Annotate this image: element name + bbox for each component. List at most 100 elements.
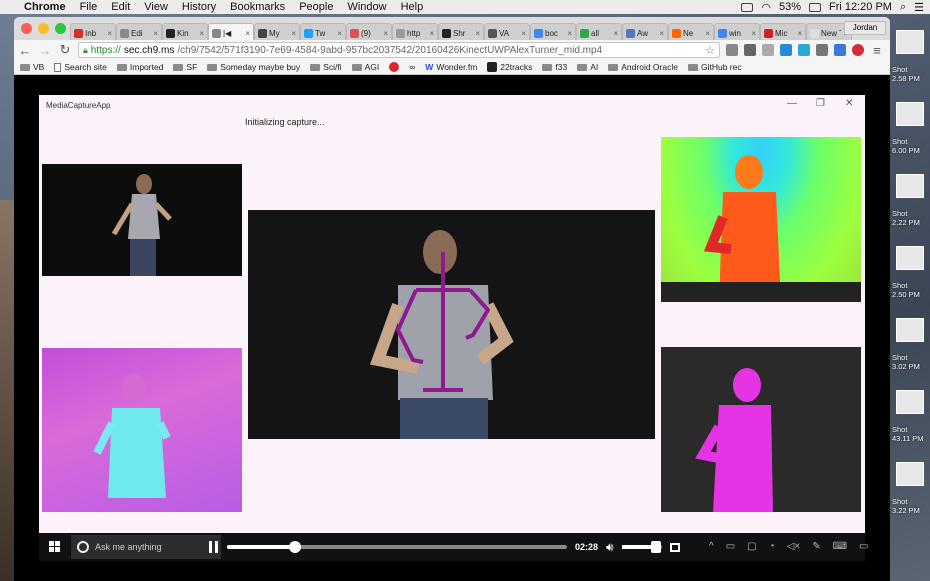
bookmark-someday[interactable]: Someday maybe buy — [207, 62, 300, 72]
tab-favicon-icon — [166, 29, 175, 38]
menu-help[interactable]: Help — [401, 1, 424, 13]
reload-button[interactable]: ↻ — [58, 42, 72, 58]
playback-time: 02:28 — [575, 542, 599, 552]
tab-close-icon[interactable]: × — [383, 29, 388, 38]
desktop-screenshot-file[interactable]: Shot 2.50 PM — [890, 246, 930, 318]
spotlight-icon[interactable]: ⌕ — [900, 1, 906, 14]
dropbox-icon[interactable] — [741, 2, 754, 12]
desktop-screenshot-file[interactable]: Shot 3.02 PM — [890, 318, 930, 390]
bookmark-scifi[interactable]: Sci/fi — [310, 62, 342, 72]
menu-view[interactable]: View — [144, 1, 168, 13]
trello-icon[interactable] — [834, 44, 846, 56]
desktop-screenshot-file[interactable]: Shot 2.58 PM — [890, 30, 930, 102]
tab-close-icon[interactable]: × — [705, 29, 710, 38]
desktop-screenshot-file[interactable]: Shot 43.11 PM — [890, 390, 930, 462]
forward-button[interactable]: → — [38, 43, 52, 58]
close-window-button[interactable] — [21, 23, 32, 34]
volume-icon[interactable]: 🔊︎ — [606, 540, 614, 555]
tab-close-icon[interactable]: × — [291, 29, 296, 38]
desktop-screenshot-file[interactable]: Shot 6.00 PM — [890, 102, 930, 174]
bookmark-red-icon[interactable] — [389, 62, 400, 72]
file-label: Shot 2.22 PM — [892, 209, 920, 227]
volume-slider[interactable] — [621, 541, 662, 553]
bookmark-vb[interactable]: VB — [20, 62, 44, 72]
tab-close-icon[interactable]: × — [153, 29, 158, 38]
extension-icon[interactable] — [744, 44, 756, 56]
bookmark-agi[interactable]: AGI — [351, 62, 379, 72]
tab-close-icon[interactable]: × — [245, 29, 250, 38]
tab-close-icon[interactable]: × — [659, 29, 664, 38]
tab-close-icon[interactable]: × — [199, 29, 204, 38]
menu-people[interactable]: People — [299, 1, 333, 13]
pause-icon[interactable] — [209, 541, 219, 553]
tab-close-icon[interactable]: × — [337, 29, 342, 38]
tab-close-icon[interactable]: × — [567, 29, 572, 38]
extension-gray-icon[interactable] — [816, 44, 828, 56]
bookmark-ai[interactable]: AI — [577, 62, 598, 72]
menu-edit[interactable]: Edit — [111, 1, 130, 13]
tab-close-icon[interactable]: × — [107, 29, 112, 38]
menu-bar: Chrome File Edit View History Bookmarks … — [0, 0, 930, 14]
page-icon — [54, 62, 62, 72]
file-label-line2: 2.22 PM — [892, 218, 920, 227]
tab-close-icon[interactable]: × — [797, 29, 802, 38]
tab-close-icon[interactable]: × — [475, 29, 480, 38]
bookmark-sf[interactable]: SF — [173, 62, 197, 72]
bookmark-android-oracle[interactable]: Android Oracle — [608, 62, 678, 72]
file-label-line2: 6.00 PM — [892, 146, 920, 155]
battery-percent[interactable]: 53% — [779, 1, 801, 13]
feedly-icon[interactable] — [798, 44, 810, 56]
color-camera-feed — [42, 164, 242, 276]
seek-bar-thumb[interactable] — [289, 541, 301, 553]
menu-bookmarks[interactable]: Bookmarks — [230, 1, 285, 13]
desktop-screenshot-file[interactable]: Shot 3.22 PM — [890, 462, 930, 534]
tab-close-icon[interactable]: × — [429, 29, 434, 38]
cast-icon[interactable] — [762, 44, 774, 56]
wifi-icon[interactable]: ◠ — [761, 1, 771, 14]
bookmark-github-rec[interactable]: GitHub rec — [687, 62, 742, 72]
tab-close-icon[interactable]: × — [613, 29, 618, 38]
minimize-window-button[interactable] — [38, 23, 49, 34]
desktop-screenshot-file[interactable]: Shot 2.22 PM — [890, 174, 930, 246]
fullscreen-icon[interactable] — [669, 542, 680, 552]
bookmark-star-icon[interactable]: ☆ — [705, 44, 715, 57]
zoom-window-button[interactable] — [55, 23, 66, 34]
file-label-line2: 43.11 PM — [892, 434, 924, 443]
tab-favicon-icon — [718, 29, 727, 38]
notification-center-icon[interactable]: ☰ — [914, 1, 924, 14]
address-bar[interactable]: 🔒︎ https://sec.ch9.ms/ch9/7542/571f3190-… — [78, 42, 720, 58]
bookmark-22tracks[interactable]: 22tracks — [487, 62, 532, 72]
file-thumbnail-icon — [896, 30, 924, 54]
battery-icon[interactable] — [808, 2, 821, 12]
windows-start-icon — [49, 541, 60, 552]
seek-bar[interactable] — [227, 541, 567, 553]
tab-label: Mic — [775, 29, 788, 38]
bookmark-f33[interactable]: f33 — [542, 62, 567, 72]
tab-favicon-icon — [672, 29, 681, 38]
url-path: /ch9/7542/571f3190-7e69-4584-9abd-957bc2… — [177, 44, 603, 56]
bookmark-wonder[interactable]: W Wonder.fm — [425, 62, 477, 72]
menu-app[interactable]: Chrome — [24, 1, 66, 13]
profile-button[interactable]: Jordan — [844, 21, 886, 35]
tab-close-icon[interactable]: × — [521, 29, 526, 38]
tab-label: Ne — [683, 29, 694, 38]
bookmark-imported[interactable]: Imported — [116, 62, 163, 72]
file-label: Shot 2.50 PM — [892, 281, 920, 299]
file-label-line2: 2.58 PM — [892, 74, 920, 83]
tab-favicon-icon — [396, 29, 405, 38]
extension-blue-icon[interactable] — [780, 44, 792, 56]
tab-label: |◀ — [223, 29, 232, 38]
pinterest-icon[interactable] — [852, 44, 864, 56]
bookmark-search-site[interactable]: Search site — [54, 62, 107, 72]
menu-file[interactable]: File — [80, 1, 98, 13]
volume-thumb[interactable] — [650, 541, 661, 553]
bookmark-link-icon[interactable]: ∞ — [409, 62, 415, 72]
chrome-menu-icon[interactable]: ≡ — [870, 43, 884, 58]
menu-history[interactable]: History — [182, 1, 216, 13]
clock[interactable]: Fri 12:20 PM — [829, 1, 892, 13]
pocket-extension-icon[interactable] — [726, 44, 738, 56]
video-player[interactable]: MediaCaptureApp — ❐ ✕ Initializing captu… — [14, 75, 890, 581]
back-button[interactable]: ← — [18, 43, 32, 58]
tab-close-icon[interactable]: × — [751, 29, 756, 38]
menu-window[interactable]: Window — [347, 1, 386, 13]
